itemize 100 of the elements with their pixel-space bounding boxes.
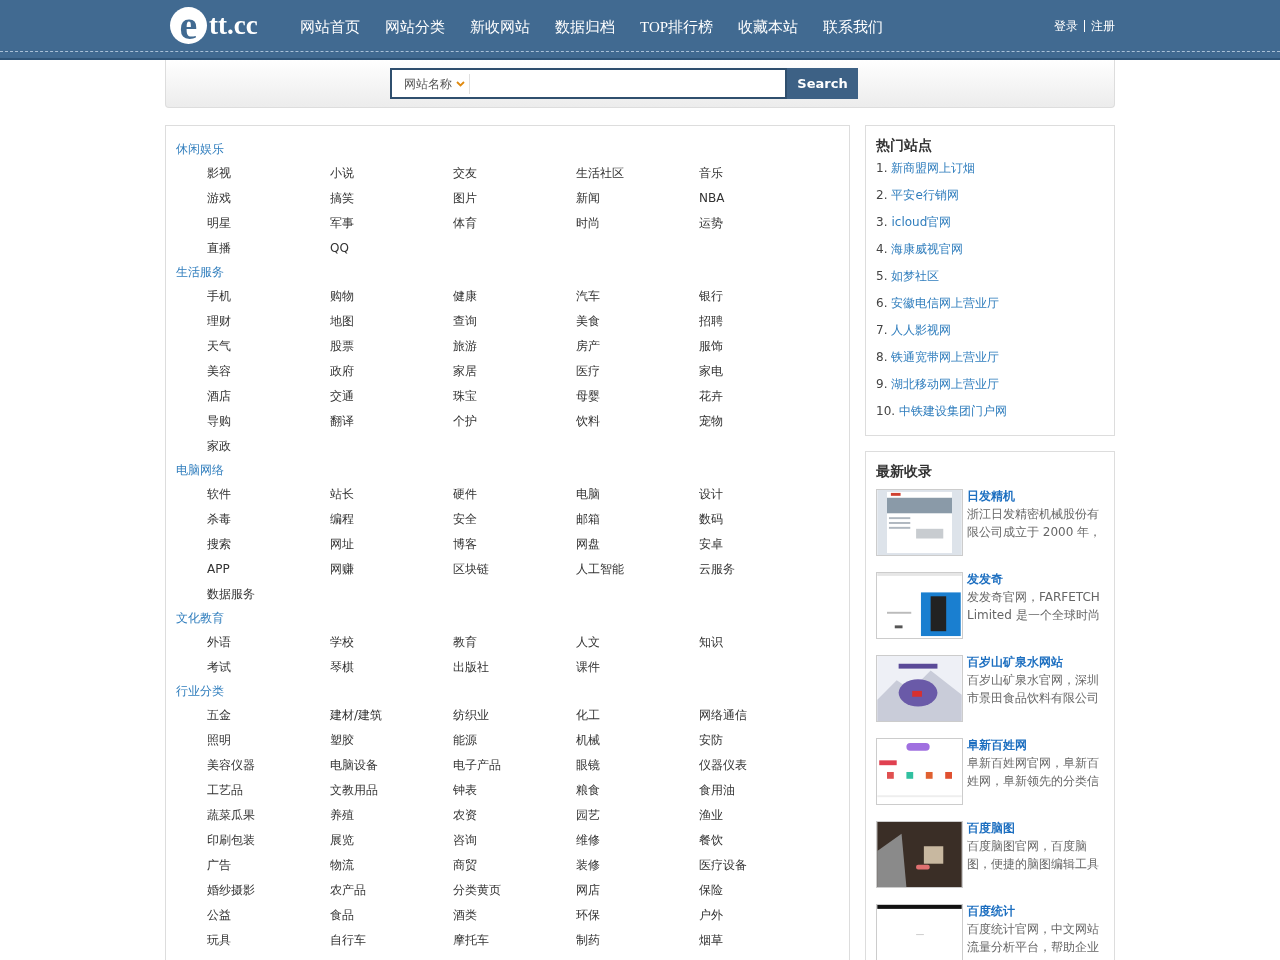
category-link[interactable]: 邮箱: [576, 509, 600, 528]
category-link[interactable]: 文教用品: [330, 780, 378, 799]
category-link[interactable]: 餐饮: [699, 830, 723, 849]
category-link[interactable]: 政府: [330, 361, 354, 380]
category-link[interactable]: 游戏: [207, 188, 231, 207]
category-link[interactable]: 人工智能: [576, 559, 624, 578]
account-link[interactable]: 登录: [1054, 16, 1078, 35]
category-link[interactable]: 美容仪器: [207, 755, 255, 774]
category-link[interactable]: NBA: [699, 188, 725, 207]
category-link[interactable]: 蔬菜瓜果: [207, 805, 255, 824]
category-link[interactable]: 数据服务: [207, 584, 255, 603]
category-link[interactable]: 钟表: [453, 780, 477, 799]
category-link[interactable]: 影视: [207, 163, 231, 182]
nav-link[interactable]: 网站首页: [300, 16, 360, 39]
category-link[interactable]: 户外: [699, 905, 723, 924]
category-link[interactable]: 教育: [453, 632, 477, 651]
category-link[interactable]: 家电: [699, 361, 723, 380]
account-link[interactable]: 注册: [1091, 16, 1115, 35]
category-link[interactable]: 农资: [453, 805, 477, 824]
category-link[interactable]: 出版社: [453, 657, 489, 676]
site-link[interactable]: icloud官网: [891, 212, 952, 231]
category-heading[interactable]: 生活服务: [176, 262, 224, 281]
category-link[interactable]: 安防: [699, 730, 723, 749]
site-title-link[interactable]: 百岁山矿泉水网站: [967, 655, 1104, 669]
category-link[interactable]: 天气: [207, 336, 231, 355]
search-button[interactable]: Search: [787, 68, 858, 99]
category-link[interactable]: 服饰: [699, 336, 723, 355]
category-link[interactable]: 能源: [453, 730, 477, 749]
category-link[interactable]: 股票: [330, 336, 354, 355]
category-link[interactable]: 仪器仪表: [699, 755, 747, 774]
category-link[interactable]: 家居: [453, 361, 477, 380]
category-link[interactable]: 地图: [330, 311, 354, 330]
category-link[interactable]: 安全: [453, 509, 477, 528]
category-link[interactable]: 五金: [207, 705, 231, 724]
category-link[interactable]: 美食: [576, 311, 600, 330]
category-link[interactable]: 数码: [699, 509, 723, 528]
logo-text[interactable]: tt.cc: [209, 12, 258, 39]
category-link[interactable]: 饮料: [576, 411, 600, 430]
category-link[interactable]: 母婴: [576, 386, 600, 405]
category-link[interactable]: 网址: [330, 534, 354, 553]
category-link[interactable]: 玩具: [207, 930, 231, 949]
category-link[interactable]: 考试: [207, 657, 231, 676]
category-link[interactable]: 酒类: [453, 905, 477, 924]
category-link[interactable]: 物流: [330, 855, 354, 874]
category-link[interactable]: 网络通信: [699, 705, 747, 724]
site-title-link[interactable]: 百度统计: [967, 904, 1104, 918]
category-link[interactable]: 搞笑: [330, 188, 354, 207]
category-link[interactable]: 建材/建筑: [330, 705, 383, 724]
category-link[interactable]: 渔业: [699, 805, 723, 824]
category-link[interactable]: 电子产品: [453, 755, 501, 774]
category-link[interactable]: 站长: [330, 484, 354, 503]
category-link[interactable]: 区块链: [453, 559, 489, 578]
category-link[interactable]: 运势: [699, 213, 723, 232]
category-link[interactable]: 宠物: [699, 411, 723, 430]
logo-mark[interactable]: e: [170, 7, 207, 44]
category-link[interactable]: 小说: [330, 163, 354, 182]
nav-link[interactable]: 网站分类: [385, 16, 445, 39]
category-link[interactable]: 网店: [576, 880, 600, 899]
category-link[interactable]: 学校: [330, 632, 354, 651]
nav-link[interactable]: 收藏本站: [738, 16, 799, 39]
category-link[interactable]: 照明: [207, 730, 231, 749]
category-link[interactable]: 旅游: [453, 336, 477, 355]
category-link[interactable]: 理财: [207, 311, 231, 330]
category-link[interactable]: 设计: [699, 484, 723, 503]
site-link[interactable]: 新商盟网上订烟: [891, 158, 976, 177]
category-heading[interactable]: 电脑网络: [176, 460, 224, 479]
category-link[interactable]: 汽车: [576, 286, 600, 305]
category-link[interactable]: 软件: [207, 484, 231, 503]
site-link[interactable]: 平安e行销网: [891, 185, 959, 204]
site-link[interactable]: 如梦社区: [891, 266, 940, 285]
category-heading[interactable]: 行业分类: [176, 681, 224, 700]
category-link[interactable]: APP: [207, 559, 230, 578]
category-link[interactable]: 化工: [576, 705, 600, 724]
site-link[interactable]: 湖北移动网上营业厅: [891, 374, 1000, 393]
category-link[interactable]: 工艺品: [207, 780, 243, 799]
category-link[interactable]: 外语: [207, 632, 231, 651]
category-link[interactable]: 咨询: [453, 830, 477, 849]
category-link[interactable]: 图片: [453, 188, 477, 207]
category-link[interactable]: 购物: [330, 286, 354, 305]
category-link[interactable]: 知识: [699, 632, 723, 651]
category-link[interactable]: 琴棋: [330, 657, 354, 676]
category-link[interactable]: 军事: [330, 213, 354, 232]
category-link[interactable]: 交友: [453, 163, 477, 182]
site-link[interactable]: 安徽电信网上营业厅: [891, 293, 1000, 312]
category-link[interactable]: 生活社区: [576, 163, 624, 182]
category-link[interactable]: 新闻: [576, 188, 600, 207]
category-link[interactable]: 健康: [453, 286, 477, 305]
category-link[interactable]: 美容: [207, 361, 231, 380]
category-link[interactable]: 医疗设备: [699, 855, 747, 874]
site-link[interactable]: 中铁建设集团门户网: [899, 401, 1008, 420]
category-link[interactable]: 查询: [453, 311, 477, 330]
category-link[interactable]: 自行车: [330, 930, 366, 949]
nav-link[interactable]: 数据归档: [555, 16, 615, 39]
category-link[interactable]: 搜索: [207, 534, 231, 553]
category-link[interactable]: 公益: [207, 905, 231, 924]
category-link[interactable]: 硬件: [453, 484, 477, 503]
category-link[interactable]: 电脑设备: [330, 755, 378, 774]
category-link[interactable]: 印刷包装: [207, 830, 255, 849]
nav-link[interactable]: TOP排行榜: [640, 16, 714, 39]
search-scope-select[interactable]: 网站名称: [392, 74, 469, 93]
